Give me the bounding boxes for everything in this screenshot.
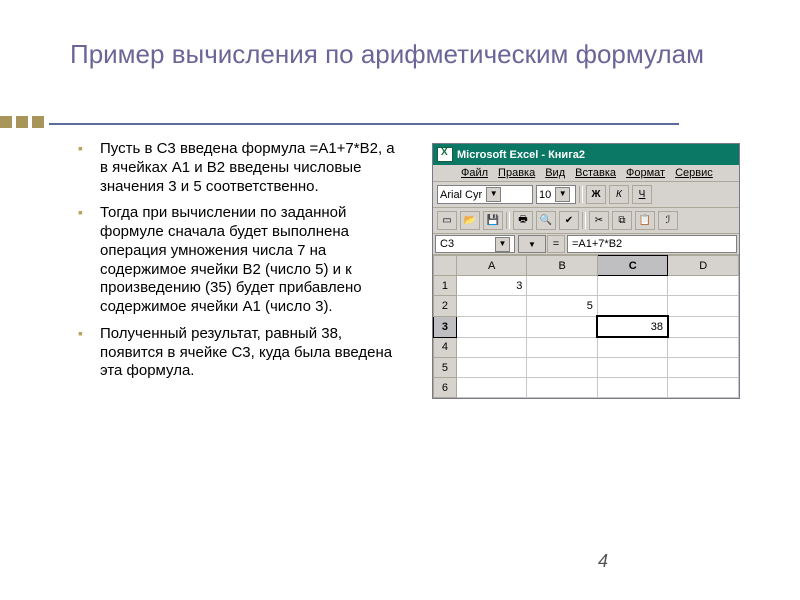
body-text: Пусть в С3 введена формула =А1+7*В2, а в…	[100, 140, 395, 389]
cell-b4[interactable]	[527, 337, 598, 358]
decorative-rule	[0, 115, 679, 133]
cell-d5[interactable]	[668, 358, 739, 378]
cell-b5[interactable]	[527, 358, 598, 378]
row-header-4[interactable]: 4	[434, 337, 457, 358]
cell-b3[interactable]	[527, 316, 598, 337]
chevron-down-icon: ▼	[555, 187, 570, 202]
row-header-2[interactable]: 2	[434, 296, 457, 317]
underline-button[interactable]: Ч	[632, 185, 652, 204]
font-size-dropdown[interactable]: 10▼	[536, 185, 576, 204]
col-header-b[interactable]: B	[527, 256, 598, 276]
cell-d3[interactable]	[668, 316, 739, 337]
row-header-3[interactable]: 3	[434, 316, 457, 337]
preview-icon[interactable]: 🔍	[536, 211, 556, 230]
menu-insert[interactable]: Вставка	[575, 167, 616, 179]
cell-c5[interactable]	[597, 358, 668, 378]
menu-edit[interactable]: Правка	[498, 167, 535, 179]
cell-a2[interactable]	[456, 296, 527, 317]
titlebar-text: Microsoft Excel - Книга2	[457, 149, 585, 161]
save-icon[interactable]: 💾	[483, 211, 503, 230]
open-icon[interactable]: 📂	[460, 211, 480, 230]
cell-d6[interactable]	[668, 378, 739, 398]
bullet-1: Пусть в С3 введена формула =А1+7*В2, а в…	[100, 140, 395, 196]
select-all-corner[interactable]	[434, 256, 457, 276]
bullet-3: Полученный результат, равный 38, появитс…	[100, 325, 395, 381]
chevron-down-icon: ▼	[486, 187, 501, 202]
cell-a4[interactable]	[456, 337, 527, 358]
separator	[582, 212, 586, 229]
slide: Пример вычисления по арифметическим форм…	[0, 0, 800, 600]
col-header-a[interactable]: A	[456, 256, 527, 276]
separator	[579, 186, 583, 203]
page-title: Пример вычисления по арифметическим форм…	[70, 38, 704, 71]
menu-view[interactable]: Вид	[545, 167, 565, 179]
cell-a1[interactable]: 3	[456, 276, 527, 296]
name-box[interactable]: C3▼	[435, 235, 515, 253]
cut-icon[interactable]: ✂	[589, 211, 609, 230]
cell-c1[interactable]	[597, 276, 668, 296]
cell-b2[interactable]: 5	[527, 296, 598, 317]
bullet-2: Тогда при вычислении по заданной формуле…	[100, 204, 395, 317]
italic-button[interactable]: К	[609, 185, 629, 204]
cell-d1[interactable]	[668, 276, 739, 296]
font-name-dropdown[interactable]: Arial Cyr▼	[437, 185, 533, 204]
cell-a5[interactable]	[456, 358, 527, 378]
menu-service[interactable]: Сервис	[675, 167, 713, 179]
chevron-down-icon: ▼	[528, 240, 536, 249]
formula-bar: C3▼ ▼ = =A1+7*B2	[433, 234, 739, 255]
title-block: Пример вычисления по арифметическим форм…	[70, 38, 704, 71]
cell-c4[interactable]	[597, 337, 668, 358]
row-header-5[interactable]: 5	[434, 358, 457, 378]
cell-a3[interactable]	[456, 316, 527, 337]
titlebar: Microsoft Excel - Книга2	[433, 144, 739, 165]
excel-window: Microsoft Excel - Книга2 Файл Правка Вид…	[432, 143, 740, 399]
excel-app-icon	[437, 147, 453, 162]
cell-a6[interactable]	[456, 378, 527, 398]
formula-input[interactable]: =A1+7*B2	[567, 235, 737, 253]
cell-d4[interactable]	[668, 337, 739, 358]
paste-icon[interactable]: 📋	[635, 211, 655, 230]
row-header-6[interactable]: 6	[434, 378, 457, 398]
menu-file[interactable]: Файл	[461, 167, 488, 179]
format-painter-icon[interactable]: ℐ	[658, 211, 678, 230]
spreadsheet-grid[interactable]: A B C D 1 3 2 5 3	[433, 255, 739, 398]
cell-c6[interactable]	[597, 378, 668, 398]
cell-c2[interactable]	[597, 296, 668, 317]
cell-d2[interactable]	[668, 296, 739, 317]
col-header-d[interactable]: D	[668, 256, 739, 276]
standard-toolbar: ▭ 📂 💾 🖶 🔍 ✔ ✂ ⧉ 📋 ℐ	[433, 208, 739, 234]
cell-b6[interactable]	[527, 378, 598, 398]
print-icon[interactable]: 🖶	[513, 211, 533, 230]
col-header-c[interactable]: C	[597, 256, 668, 276]
formatting-toolbar: Arial Cyr▼ 10▼ Ж К Ч	[433, 182, 739, 208]
spellcheck-icon[interactable]: ✔	[559, 211, 579, 230]
bold-button[interactable]: Ж	[586, 185, 606, 204]
equals-button[interactable]: =	[547, 235, 565, 253]
cell-b1[interactable]	[527, 276, 598, 296]
chevron-down-icon: ▼	[495, 237, 510, 252]
row-header-1[interactable]: 1	[434, 276, 457, 296]
menu-bar: Файл Правка Вид Вставка Формат Сервис	[433, 165, 739, 182]
separator	[506, 212, 510, 229]
copy-icon[interactable]: ⧉	[612, 211, 632, 230]
new-icon[interactable]: ▭	[437, 211, 457, 230]
page-number: 4	[598, 551, 608, 572]
menu-format[interactable]: Формат	[626, 167, 665, 179]
function-dropdown[interactable]: ▼	[518, 235, 546, 253]
cell-c3[interactable]: 38	[597, 316, 668, 337]
